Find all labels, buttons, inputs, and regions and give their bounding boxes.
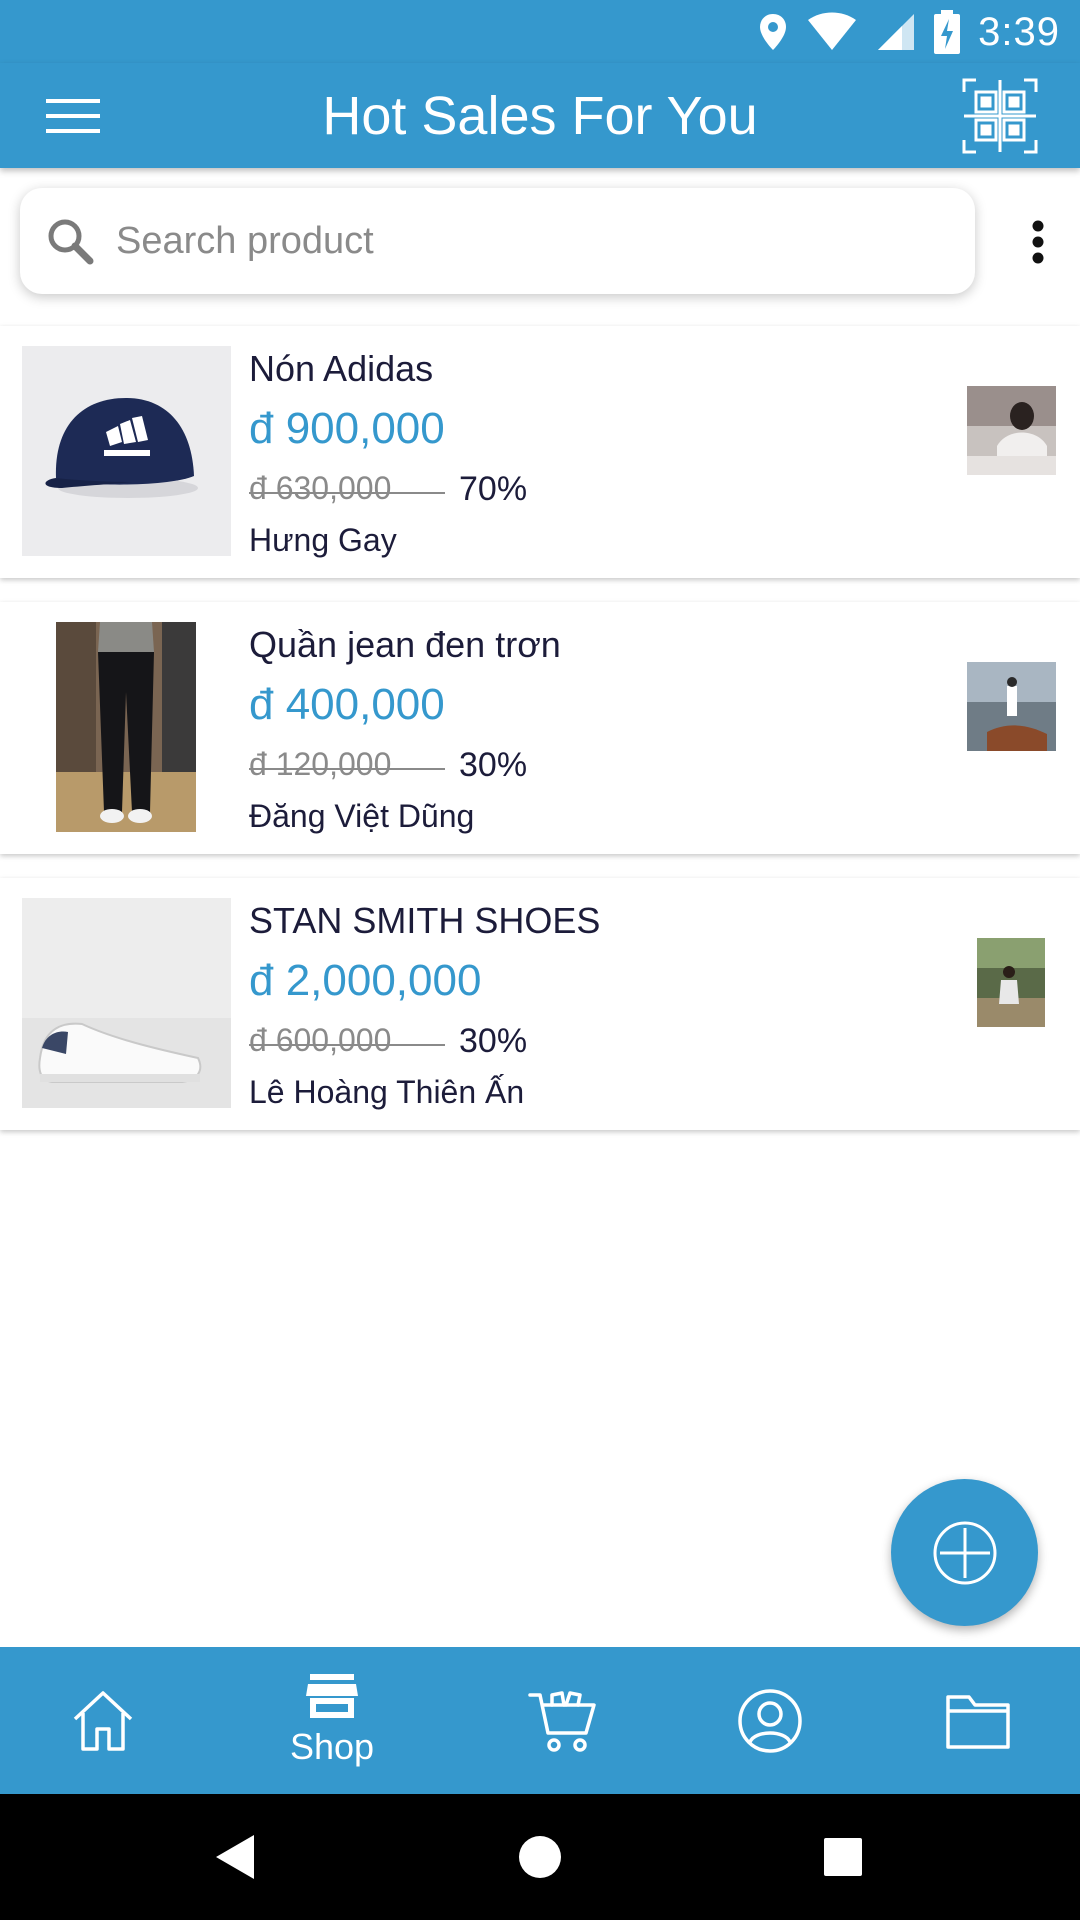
recents-square-icon <box>824 1838 862 1876</box>
search-input[interactable] <box>116 219 936 263</box>
status-bar: 3:39 <box>0 0 1080 63</box>
product-item[interactable]: Quần jean đen trơn đ 400,000 đ 120,000 3… <box>0 602 1080 854</box>
seller-name: Lê Hoàng Thiên Ấn <box>249 1074 525 1110</box>
product-image-jeans <box>22 622 231 832</box>
wifi-icon <box>808 12 857 50</box>
old-price-text: đ 630,000 <box>249 470 392 506</box>
add-circle-icon <box>933 1521 996 1584</box>
location-icon <box>760 14 787 50</box>
nav-cart[interactable] <box>523 1647 603 1794</box>
seller-avatar[interactable] <box>967 662 1056 751</box>
strikethrough-line <box>249 1044 445 1046</box>
bottom-nav: Shop <box>0 1647 1080 1794</box>
app-bar: Hot Sales For You <box>0 63 1080 168</box>
status-time: 3:39 <box>978 9 1060 54</box>
product-price: đ 900,000 <box>249 404 445 453</box>
signal-icon <box>878 14 915 50</box>
discount-badge: 30% <box>459 746 528 784</box>
qr-scan-button[interactable] <box>960 76 1040 156</box>
system-nav-bar <box>0 1794 1080 1920</box>
product-item[interactable]: Nón Adidas đ 900,000 đ 630,000 70% Hưng … <box>0 326 1080 578</box>
user-icon <box>738 1688 802 1753</box>
cart-icon <box>528 1690 596 1752</box>
strikethrough-line <box>249 768 445 770</box>
home-circle-icon <box>519 1836 561 1878</box>
seller-name: Hưng Gay <box>249 522 397 558</box>
old-price-text: đ 600,000 <box>249 1022 392 1058</box>
product-price: đ 400,000 <box>249 680 445 729</box>
folder-icon <box>946 1694 1010 1749</box>
product-old-price: đ 630,000 <box>249 470 445 507</box>
product-name: STAN SMITH SHOES <box>249 900 601 941</box>
search-bar <box>20 188 975 294</box>
page-title: Hot Sales For You <box>322 86 758 146</box>
recents-button[interactable] <box>810 1824 876 1890</box>
back-triangle-icon <box>216 1835 254 1879</box>
more-vertical-icon <box>1032 220 1044 264</box>
product-old-price: đ 120,000 <box>249 746 445 783</box>
nav-files[interactable] <box>938 1647 1018 1794</box>
strikethrough-line <box>249 492 445 494</box>
more-options-button[interactable] <box>1008 200 1068 284</box>
old-price-text: đ 120,000 <box>249 746 392 782</box>
product-name: Nón Adidas <box>249 348 434 389</box>
back-button[interactable] <box>202 1824 268 1890</box>
nav-shop-label: Shop <box>289 1725 375 1767</box>
add-product-fab[interactable] <box>891 1479 1038 1626</box>
qr-code-icon <box>962 78 1038 154</box>
status-icons: 3:39 <box>758 8 1060 56</box>
home-icon <box>73 1690 133 1751</box>
home-system-button[interactable] <box>507 1824 573 1890</box>
seller-avatar[interactable] <box>977 938 1045 1027</box>
store-icon <box>306 1673 358 1718</box>
nav-profile[interactable] <box>730 1647 810 1794</box>
product-image-shoes <box>22 898 231 1108</box>
discount-badge: 30% <box>459 1022 528 1060</box>
seller-name: Đăng Việt Dũng <box>249 798 475 834</box>
product-image-cap <box>22 346 231 556</box>
battery-charging-icon <box>934 10 961 54</box>
product-old-price: đ 600,000 <box>249 1022 445 1059</box>
product-item[interactable]: STAN SMITH SHOES đ 2,000,000 đ 600,000 3… <box>0 878 1080 1130</box>
nav-home[interactable] <box>58 1647 148 1794</box>
product-name: Quần jean đen trơn <box>249 624 561 665</box>
nav-shop[interactable]: Shop <box>280 1647 384 1794</box>
discount-badge: 70% <box>459 470 528 508</box>
product-price: đ 2,000,000 <box>249 956 482 1005</box>
seller-avatar[interactable] <box>967 386 1056 475</box>
search-icon <box>48 219 94 265</box>
